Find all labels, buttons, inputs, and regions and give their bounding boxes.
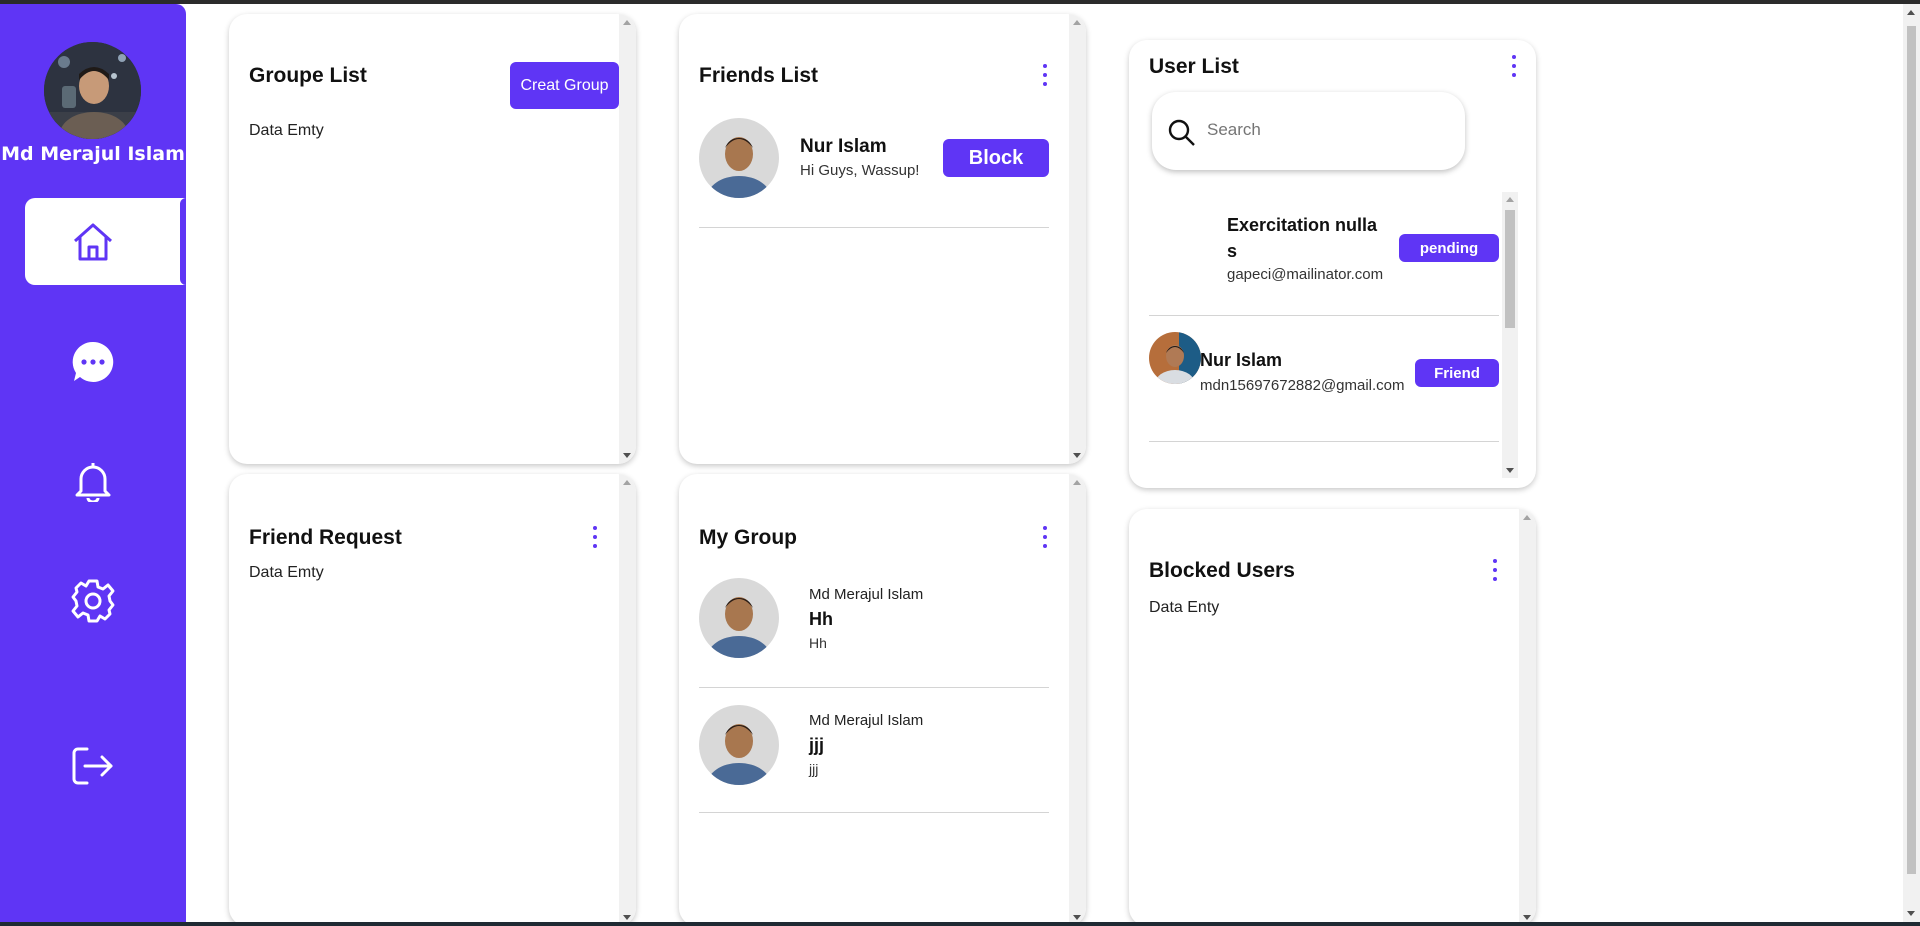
window-top-border xyxy=(0,0,1920,4)
more-options-icon[interactable] xyxy=(590,526,600,548)
divider xyxy=(1149,441,1499,442)
panel-title: Friend Request xyxy=(249,526,402,549)
group-avatar xyxy=(699,578,779,658)
friend-request-scrollbar[interactable] xyxy=(619,474,636,926)
group-name: jjj xyxy=(809,735,825,755)
block-button[interactable]: Block xyxy=(943,139,1049,177)
group-tagline: jjj xyxy=(809,761,819,777)
search-input[interactable] xyxy=(1207,114,1437,146)
group-list-panel: Groupe List Creat Group Data Emty xyxy=(229,14,636,464)
divider xyxy=(1149,315,1499,316)
user-email: gapeci@mailinator.com xyxy=(1227,266,1384,283)
friend-request-panel: Friend Request Data Emty xyxy=(229,474,636,926)
more-options-icon[interactable] xyxy=(1040,64,1050,86)
nav-notifications[interactable] xyxy=(0,460,186,502)
blocked-users-panel: Blocked Users Data Enty xyxy=(1129,509,1536,926)
divider xyxy=(699,812,1049,813)
empty-text: Data Emty xyxy=(249,122,324,139)
group-list-scrollbar[interactable] xyxy=(619,14,636,464)
friends-list-panel: Friends List Nur Islam Hi Guys, Wassup! … xyxy=(679,14,1086,464)
sidebar: Md Merajul Islam xyxy=(0,4,186,922)
more-options-icon[interactable] xyxy=(1040,526,1050,548)
chat-icon xyxy=(72,341,114,382)
panel-title: Groupe List xyxy=(249,64,367,87)
user-avatar xyxy=(1149,332,1201,384)
my-group-panel: My Group Md Merajul Islam Hh Hh Md Meraj… xyxy=(679,474,1086,926)
nav-logout[interactable] xyxy=(0,746,186,786)
group-admin: Md Merajul Islam xyxy=(809,586,924,603)
friends-list-scrollbar[interactable] xyxy=(1069,14,1086,464)
group-admin: Md Merajul Islam xyxy=(809,712,924,729)
empty-text: Data Enty xyxy=(1149,599,1220,616)
friend-avatar xyxy=(699,118,779,198)
panel-title: User List xyxy=(1149,55,1239,78)
group-avatar xyxy=(699,705,779,785)
group-name: Hh xyxy=(809,609,833,629)
page-scrollbar[interactable] xyxy=(1903,4,1920,922)
user-list-scrollbar[interactable] xyxy=(1502,192,1518,478)
my-group-scrollbar[interactable] xyxy=(1069,474,1086,926)
bell-icon xyxy=(75,463,111,502)
friend-button[interactable]: Friend xyxy=(1415,359,1499,387)
blocked-users-scrollbar[interactable] xyxy=(1519,509,1536,926)
create-group-button[interactable]: Creat Group xyxy=(510,62,619,109)
user-name: Nur Islam xyxy=(1200,350,1283,370)
user-name: Md Merajul Islam xyxy=(1,143,185,165)
panel-title: Friends List xyxy=(699,64,819,87)
group-tagline: Hh xyxy=(809,635,827,651)
search-box[interactable] xyxy=(1152,92,1465,170)
panel-title: My Group xyxy=(699,526,797,549)
avatar[interactable] xyxy=(44,42,141,139)
nav-settings[interactable] xyxy=(0,577,186,625)
pending-button[interactable]: pending xyxy=(1399,234,1499,262)
nav-messages[interactable] xyxy=(0,340,186,384)
user-name: Exercitation nulla s xyxy=(1227,215,1378,261)
divider xyxy=(699,227,1049,228)
friend-message: Hi Guys, Wassup! xyxy=(800,162,920,179)
gear-icon xyxy=(71,579,115,623)
search-icon xyxy=(1168,119,1195,146)
panel-title: Blocked Users xyxy=(1149,559,1295,582)
nav-home[interactable] xyxy=(0,220,186,264)
friend-name: Nur Islam xyxy=(800,136,887,157)
divider xyxy=(699,687,1049,688)
empty-text: Data Emty xyxy=(249,564,324,581)
user-email: mdn15697672882@gmail.com xyxy=(1200,377,1405,394)
taskbar-edge xyxy=(0,922,1920,926)
more-options-icon[interactable] xyxy=(1490,559,1500,581)
logout-icon xyxy=(72,747,113,785)
user-list-panel: User List Exercitation nulla s gapeci@ma… xyxy=(1129,40,1536,488)
more-options-icon[interactable] xyxy=(1509,55,1519,77)
home-icon xyxy=(74,223,112,261)
